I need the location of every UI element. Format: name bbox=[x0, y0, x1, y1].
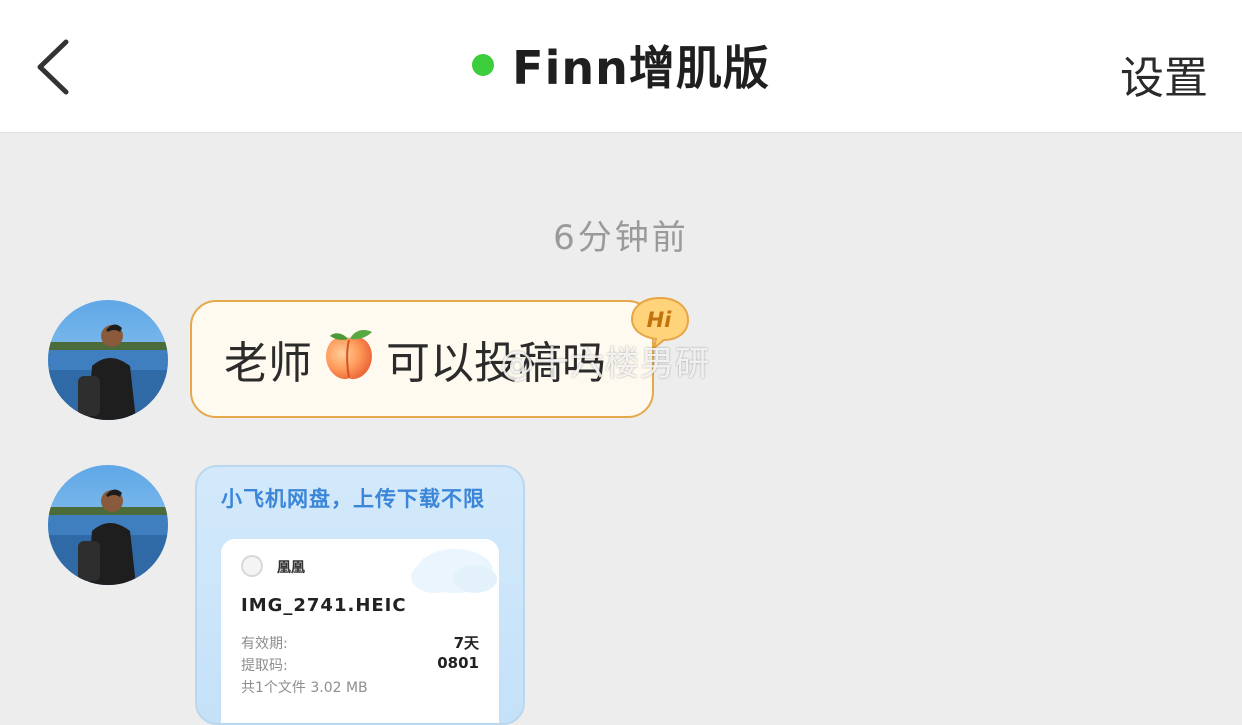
peach-emoji-icon bbox=[320, 326, 378, 393]
avatar[interactable] bbox=[48, 300, 168, 420]
file-summary: 共1个文件 3.02 MB bbox=[241, 680, 368, 696]
file-info-panel: 凰凰 IMG_2741.HEIC 有效期: 7天 提取码: 0801 共1个文件… bbox=[221, 539, 499, 723]
title-area: Finn增肌版 bbox=[0, 30, 1242, 100]
avatar[interactable] bbox=[48, 465, 168, 585]
validity-label: 有效期: bbox=[241, 636, 288, 652]
card-headline: 小飞机网盘，上传下载不限 bbox=[221, 487, 485, 511]
chat-header: Finn增肌版 设置 bbox=[0, 0, 1242, 133]
hi-badge-text: Hi bbox=[647, 308, 673, 332]
chat-title: Finn增肌版 bbox=[512, 41, 770, 95]
file-name: IMG_2741.HEIC bbox=[241, 595, 407, 616]
settings-button[interactable]: 设置 bbox=[1120, 42, 1208, 106]
code-label: 提取码: bbox=[241, 658, 288, 674]
code-value: 0801 bbox=[437, 654, 479, 672]
message-timestamp: 6分钟前 bbox=[553, 218, 689, 258]
online-status-dot bbox=[472, 54, 495, 76]
file-share-card[interactable]: 小飞机网盘，上传下载不限 凰凰 IMG_2741.HEIC 有效期: 7天 提取… bbox=[195, 465, 525, 725]
cloud-icon bbox=[411, 549, 497, 593]
sharer-avatar bbox=[241, 555, 263, 577]
sharer-name: 凰凰 bbox=[277, 560, 305, 576]
message-text-part: 老师 bbox=[224, 338, 312, 389]
watermark: @十六楼男研 bbox=[500, 344, 710, 384]
validity-value: 7天 bbox=[453, 634, 479, 652]
